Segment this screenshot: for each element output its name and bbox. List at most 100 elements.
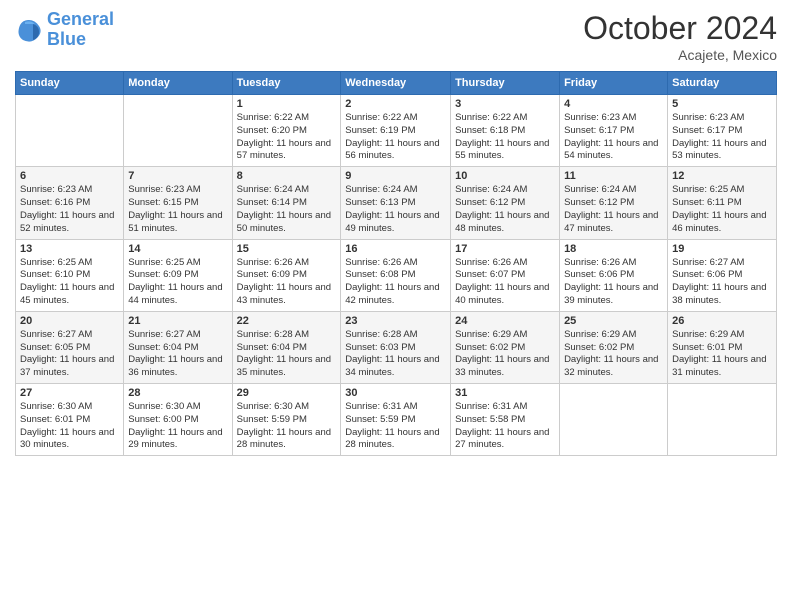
day-number: 16 (345, 243, 446, 255)
day-info: Sunrise: 6:22 AM Sunset: 6:20 PM Dayligh… (237, 112, 337, 163)
day-number: 10 (455, 170, 555, 182)
day-number: 30 (345, 387, 446, 399)
day-info: Sunrise: 6:23 AM Sunset: 6:17 PM Dayligh… (672, 112, 772, 163)
day-info: Sunrise: 6:23 AM Sunset: 6:16 PM Dayligh… (20, 184, 119, 235)
day-info: Sunrise: 6:26 AM Sunset: 6:08 PM Dayligh… (345, 257, 446, 308)
day-number: 13 (20, 243, 119, 255)
day-info: Sunrise: 6:30 AM Sunset: 6:00 PM Dayligh… (128, 401, 227, 452)
day-info: Sunrise: 6:24 AM Sunset: 6:12 PM Dayligh… (564, 184, 663, 235)
day-info: Sunrise: 6:25 AM Sunset: 6:09 PM Dayligh… (128, 257, 227, 308)
day-cell: 5Sunrise: 6:23 AM Sunset: 6:17 PM Daylig… (668, 95, 777, 167)
day-cell: 2 Sunrise: 6:22 AM Sunset: 6:19 PM Daylig… (341, 95, 451, 167)
day-cell: 25 Sunrise: 6:29 AM Sunset: 6:02 PM Dayli… (560, 311, 668, 383)
month-title: October 2024 (583, 10, 777, 47)
day-number: 29 (237, 387, 337, 399)
day-cell: 31 Sunrise: 6:31 AM Sunset: 5:58 PM Dayli… (451, 384, 560, 456)
day-info: Sunrise: 6:24 AM Sunset: 6:13 PM Dayligh… (345, 184, 446, 235)
weekday-sunday: Sunday (16, 72, 124, 95)
day-number: 9 (345, 170, 446, 182)
day-number: 14 (128, 243, 227, 255)
day-info: Sunrise: 6:29 AM Sunset: 6:02 PM Dayligh… (455, 329, 555, 380)
day-cell: 12Sunrise: 6:25 AM Sunset: 6:11 PM Dayli… (668, 167, 777, 239)
day-cell: 17 Sunrise: 6:26 AM Sunset: 6:07 PM Dayli… (451, 239, 560, 311)
day-info: Sunrise: 6:26 AM Sunset: 6:06 PM Dayligh… (564, 257, 663, 308)
day-number: 18 (564, 243, 663, 255)
day-info: Sunrise: 6:31 AM Sunset: 5:59 PM Dayligh… (345, 401, 446, 452)
day-cell: 30 Sunrise: 6:31 AM Sunset: 5:59 PM Dayli… (341, 384, 451, 456)
week-row-2: 6 Sunrise: 6:23 AM Sunset: 6:16 PM Daylig… (16, 167, 777, 239)
week-row-3: 13 Sunrise: 6:25 AM Sunset: 6:10 PM Dayli… (16, 239, 777, 311)
weekday-friday: Friday (560, 72, 668, 95)
day-info: Sunrise: 6:25 AM Sunset: 6:10 PM Dayligh… (20, 257, 119, 308)
day-number: 20 (20, 315, 119, 327)
weekday-wednesday: Wednesday (341, 72, 451, 95)
day-cell: 24 Sunrise: 6:29 AM Sunset: 6:02 PM Dayli… (451, 311, 560, 383)
day-info: Sunrise: 6:23 AM Sunset: 6:17 PM Dayligh… (564, 112, 663, 163)
day-number: 1 (237, 98, 337, 110)
day-number: 31 (455, 387, 555, 399)
day-cell: 3 Sunrise: 6:22 AM Sunset: 6:18 PM Daylig… (451, 95, 560, 167)
day-cell: 4Sunrise: 6:23 AM Sunset: 6:17 PM Daylig… (560, 95, 668, 167)
day-info: Sunrise: 6:26 AM Sunset: 6:09 PM Dayligh… (237, 257, 337, 308)
day-info: Sunrise: 6:30 AM Sunset: 5:59 PM Dayligh… (237, 401, 337, 452)
day-number: 3 (455, 98, 555, 110)
day-cell: 11 Sunrise: 6:24 AM Sunset: 6:12 PM Dayli… (560, 167, 668, 239)
day-cell: 22Sunrise: 6:28 AM Sunset: 6:04 PM Dayli… (232, 311, 341, 383)
week-row-5: 27Sunrise: 6:30 AM Sunset: 6:01 PM Dayli… (16, 384, 777, 456)
day-info: Sunrise: 6:31 AM Sunset: 5:58 PM Dayligh… (455, 401, 555, 452)
day-info: Sunrise: 6:27 AM Sunset: 6:04 PM Dayligh… (128, 329, 227, 380)
day-info: Sunrise: 6:26 AM Sunset: 6:07 PM Dayligh… (455, 257, 555, 308)
day-cell: 18 Sunrise: 6:26 AM Sunset: 6:06 PM Dayli… (560, 239, 668, 311)
page: General Blue October 2024 Acajete, Mexic… (0, 0, 792, 466)
day-number: 24 (455, 315, 555, 327)
day-number: 2 (345, 98, 446, 110)
day-info: Sunrise: 6:28 AM Sunset: 6:04 PM Dayligh… (237, 329, 337, 380)
week-row-4: 20 Sunrise: 6:27 AM Sunset: 6:05 PM Dayli… (16, 311, 777, 383)
day-cell (560, 384, 668, 456)
day-info: Sunrise: 6:22 AM Sunset: 6:18 PM Dayligh… (455, 112, 555, 163)
logo-text: General Blue (47, 10, 114, 50)
day-number: 8 (237, 170, 337, 182)
day-cell: 20 Sunrise: 6:27 AM Sunset: 6:05 PM Dayli… (16, 311, 124, 383)
day-info: Sunrise: 6:27 AM Sunset: 6:05 PM Dayligh… (20, 329, 119, 380)
day-cell: 19Sunrise: 6:27 AM Sunset: 6:06 PM Dayli… (668, 239, 777, 311)
day-number: 7 (128, 170, 227, 182)
day-number: 26 (672, 315, 772, 327)
day-cell: 16 Sunrise: 6:26 AM Sunset: 6:08 PM Dayli… (341, 239, 451, 311)
day-info: Sunrise: 6:23 AM Sunset: 6:15 PM Dayligh… (128, 184, 227, 235)
day-cell: 14 Sunrise: 6:25 AM Sunset: 6:09 PM Dayli… (124, 239, 232, 311)
weekday-tuesday: Tuesday (232, 72, 341, 95)
day-cell (16, 95, 124, 167)
day-number: 25 (564, 315, 663, 327)
day-cell: 23Sunrise: 6:28 AM Sunset: 6:03 PM Dayli… (341, 311, 451, 383)
location: Acajete, Mexico (583, 47, 777, 63)
day-number: 15 (237, 243, 337, 255)
day-info: Sunrise: 6:25 AM Sunset: 6:11 PM Dayligh… (672, 184, 772, 235)
day-cell: 13 Sunrise: 6:25 AM Sunset: 6:10 PM Dayli… (16, 239, 124, 311)
day-info: Sunrise: 6:22 AM Sunset: 6:19 PM Dayligh… (345, 112, 446, 163)
weekday-header-row: SundayMondayTuesdayWednesdayThursdayFrid… (16, 72, 777, 95)
logo-general: General (47, 9, 114, 29)
day-cell: 7 Sunrise: 6:23 AM Sunset: 6:15 PM Daylig… (124, 167, 232, 239)
day-info: Sunrise: 6:28 AM Sunset: 6:03 PM Dayligh… (345, 329, 446, 380)
day-number: 6 (20, 170, 119, 182)
day-cell: 26Sunrise: 6:29 AM Sunset: 6:01 PM Dayli… (668, 311, 777, 383)
day-info: Sunrise: 6:30 AM Sunset: 6:01 PM Dayligh… (20, 401, 119, 452)
day-cell (668, 384, 777, 456)
header: General Blue October 2024 Acajete, Mexic… (15, 10, 777, 63)
day-cell (124, 95, 232, 167)
calendar-body: 1 Sunrise: 6:22 AM Sunset: 6:20 PM Daylig… (16, 95, 777, 456)
day-cell: 15 Sunrise: 6:26 AM Sunset: 6:09 PM Dayli… (232, 239, 341, 311)
weekday-thursday: Thursday (451, 72, 560, 95)
day-number: 17 (455, 243, 555, 255)
weekday-monday: Monday (124, 72, 232, 95)
logo-icon (15, 16, 43, 44)
weekday-saturday: Saturday (668, 72, 777, 95)
day-cell: 6 Sunrise: 6:23 AM Sunset: 6:16 PM Daylig… (16, 167, 124, 239)
day-number: 19 (672, 243, 772, 255)
day-info: Sunrise: 6:29 AM Sunset: 6:02 PM Dayligh… (564, 329, 663, 380)
day-cell: 28Sunrise: 6:30 AM Sunset: 6:00 PM Dayli… (124, 384, 232, 456)
day-number: 11 (564, 170, 663, 182)
day-cell: 21Sunrise: 6:27 AM Sunset: 6:04 PM Dayli… (124, 311, 232, 383)
calendar-table: SundayMondayTuesdayWednesdayThursdayFrid… (15, 71, 777, 456)
